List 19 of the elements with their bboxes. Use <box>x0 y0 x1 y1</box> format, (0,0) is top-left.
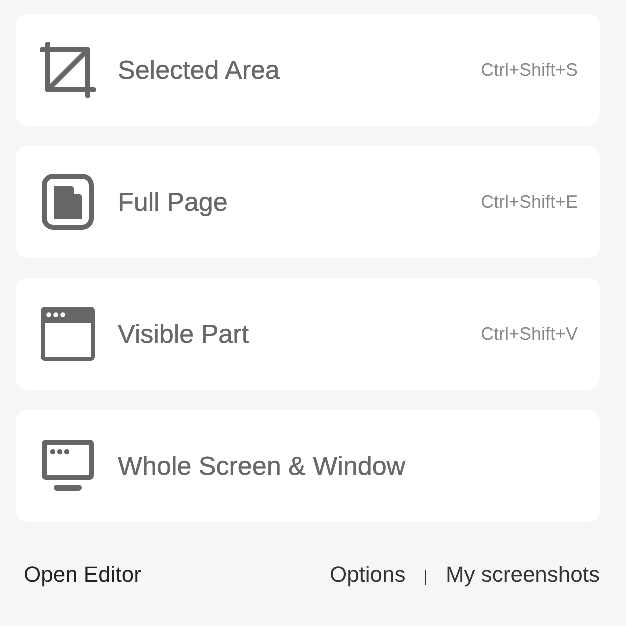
crop-icon <box>40 42 96 98</box>
capture-option[interactable]: Full Page Ctrl+Shift+E <box>16 146 600 258</box>
capture-option[interactable]: Visible Part Ctrl+Shift+V <box>16 278 600 390</box>
document-icon <box>40 174 96 230</box>
open-editor-link[interactable]: Open Editor <box>24 562 142 588</box>
keyboard-shortcut: Ctrl+Shift+E <box>480 192 578 212</box>
footer-link[interactable]: My screenshots <box>446 562 600 588</box>
option-label: Full Page <box>118 186 229 218</box>
monitor-icon <box>40 438 96 494</box>
capture-option[interactable]: Selected Area Ctrl+Shift+S <box>16 14 600 126</box>
keyboard-shortcut: Ctrl+Shift+S <box>480 60 578 80</box>
keyboard-shortcut: Ctrl+Shift+V <box>480 324 578 344</box>
browser-window-icon <box>40 306 96 362</box>
option-label: Visible Part <box>118 318 250 350</box>
footer-link[interactable]: Options <box>330 562 406 588</box>
capture-option[interactable]: Whole Screen & Window <box>16 410 600 522</box>
separator: | <box>424 568 428 587</box>
option-label: Selected Area <box>118 54 281 86</box>
option-label: Whole Screen & Window <box>118 450 407 482</box>
